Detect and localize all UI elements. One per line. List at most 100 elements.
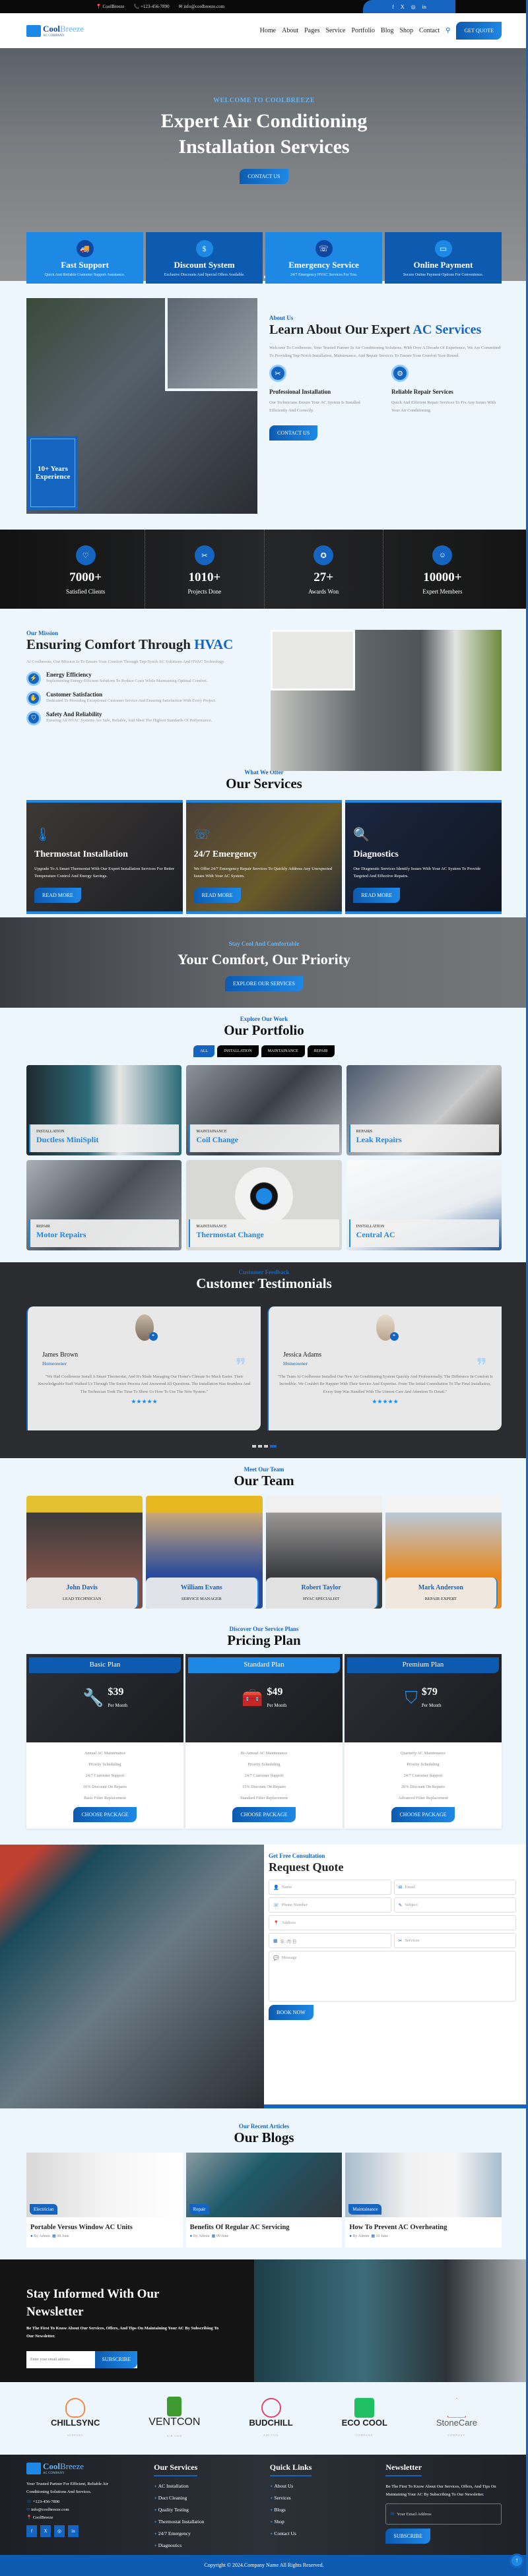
nav-blog[interactable]: Blog [381, 27, 393, 34]
x-icon[interactable]: X [401, 4, 405, 10]
facebook-icon[interactable]: f [392, 4, 394, 10]
footer-logo[interactable]: CoolBreeze AC COMPANY [26, 2461, 154, 2475]
newsletter-email-input[interactable] [26, 2350, 96, 2368]
portfolio-item[interactable]: INSTALLATION Ductless MiniSplit [26, 1065, 182, 1155]
scroll-to-top-icon[interactable]: ↑ [510, 2554, 524, 2568]
tab-maintainance[interactable]: MAINTAINANCE [261, 1045, 305, 1057]
portfolio-item[interactable]: MAINTAINANCE Coil Change [186, 1065, 342, 1155]
read-more-button[interactable]: READ MORE [34, 888, 81, 904]
message-textarea[interactable]: 💬 Message [269, 1951, 516, 2002]
nav-about[interactable]: About [282, 27, 298, 34]
mission-item: ⚡ Energy Efficiency Implementing Energy-Ef… [26, 671, 257, 686]
handshake-icon: ✋ [26, 690, 41, 706]
name-input[interactable]: 👤 Name [269, 1880, 391, 1895]
blog-tag[interactable]: Electrician [30, 2204, 58, 2215]
service-card: 🌡 Thermostat Installation Upgrade To A Sma… [26, 800, 183, 914]
about-contact-button[interactable]: CONTACT US [269, 425, 318, 441]
brand-logo: CHILLSYNC SUPPORT [51, 2397, 100, 2439]
get-quote-button[interactable]: GET QUOTE [456, 22, 502, 40]
x-icon[interactable]: X [40, 2525, 51, 2538]
footer-service-link[interactable]: Quality Testing [154, 2507, 270, 2513]
blog-card[interactable]: Electrician Portable Versus Window AC Uni… [26, 2153, 183, 2248]
feature-text: Secure Online Payment Options For Conven… [403, 273, 484, 277]
blog-tag[interactable]: Repair [189, 2204, 210, 2215]
slide-dot[interactable] [269, 1445, 277, 1448]
topbar-email[interactable]: ✉ info@coolbreeze.com [179, 4, 224, 9]
feature-fast-support: 🚚 Fast Support Quick And Reliable Customer… [26, 232, 143, 284]
subject-input[interactable]: ✎ Subject [393, 1897, 516, 1913]
portfolio-item[interactable]: REPAIRS Leak Repairs [346, 1065, 502, 1155]
footer-service-link[interactable]: Diagnostics [154, 2542, 270, 2548]
brand-sub: AIR CON [263, 2433, 279, 2437]
blocks-icon [167, 2397, 182, 2416]
footer-service-link[interactable]: Thermostat Installation [154, 2519, 270, 2525]
footer-quick-link[interactable]: About Us [270, 2483, 386, 2489]
blog-card[interactable]: Maintainance How To Prevent AC Overheatin… [345, 2153, 502, 2248]
nav-service[interactable]: Service [325, 27, 345, 34]
wall-ac-image [254, 2259, 528, 2382]
tab-installation[interactable]: INSTALLATION [217, 1045, 259, 1057]
fan-icon [354, 2397, 375, 2418]
blog-title[interactable]: Portable Versus Window AC Units [26, 2217, 183, 2234]
blog-title[interactable]: How To Prevent AC Overheating [345, 2217, 502, 2234]
nav-home[interactable]: Home [260, 27, 276, 34]
plan-feature: 24/7 Customer Support [403, 1773, 443, 1778]
read-more-button[interactable]: READ MORE [193, 888, 241, 904]
footer-quick-link[interactable]: Contact Us [270, 2530, 386, 2536]
blogs-kicker: Our Recent Articles [238, 2123, 290, 2130]
hero-contact-button[interactable]: CONTACT US [240, 169, 288, 184]
blog-author: By Admin [352, 2234, 370, 2238]
linkedin-icon[interactable]: in [422, 4, 426, 10]
footer-quick-link[interactable]: Blogs [270, 2507, 386, 2513]
footer-email-input[interactable]: ✉ Your Email Address [385, 2503, 502, 2525]
choose-package-button[interactable]: CHOOSE PACKAGE [232, 1807, 296, 1822]
footer-service-link[interactable]: Duct Cleaning [154, 2495, 270, 2501]
phone-input[interactable]: ☏ Phone Number [269, 1897, 391, 1913]
slide-dot[interactable] [251, 1445, 256, 1448]
nav-portfolio[interactable]: Portfolio [351, 27, 375, 34]
subscribe-button[interactable]: SUBSCRIBE [95, 2350, 137, 2368]
butterfly-icon [261, 2397, 281, 2418]
search-icon[interactable]: ⚲ [446, 27, 450, 34]
choose-package-button[interactable]: CHOOSE PACKAGE [73, 1807, 137, 1822]
instagram-icon[interactable]: ◎ [411, 4, 416, 10]
mission-title: Ensuring Comfort Through [26, 636, 195, 652]
date-input[interactable]: ▦ 年 /月/日 [269, 1933, 391, 1948]
facebook-icon[interactable]: f [26, 2525, 37, 2538]
book-now-button[interactable]: BOOK NOW [269, 2005, 314, 2020]
portfolio-item[interactable]: REPAIR Motor Repairs [26, 1160, 182, 1250]
footer-subscribe-button[interactable]: SUBSCRIBE [385, 2529, 430, 2544]
choose-package-button[interactable]: CHOOSE PACKAGE [391, 1807, 455, 1822]
logo[interactable]: CoolBreeze AC COMPANY [26, 24, 84, 38]
slide-dot[interactable] [263, 1445, 268, 1448]
footer-service-link[interactable]: 24/7 Emergency [154, 2530, 270, 2536]
slide-dot[interactable] [257, 1445, 262, 1448]
instagram-icon[interactable]: ◎ [54, 2525, 65, 2538]
email-input[interactable]: ✉ Email [393, 1880, 516, 1895]
subject-placeholder: Subject [405, 1903, 418, 1907]
blog-tag[interactable]: Maintainance [348, 2204, 382, 2215]
ceiling-unit-image [271, 630, 355, 690]
stat-value: 10000+ [423, 570, 462, 584]
services-select[interactable]: ✂ Services [393, 1933, 516, 1948]
footer-quick-link[interactable]: Services [270, 2495, 386, 2501]
topbar-phone[interactable]: 📞 +123-456-7890 [134, 4, 170, 9]
portfolio-item[interactable]: MAINTAINANCE Thermostat Change [186, 1160, 342, 1250]
nav-contact[interactable]: Contact [419, 27, 440, 34]
blog-title[interactable]: Benefits Of Regular AC Servicing [186, 2217, 343, 2234]
read-more-button[interactable]: READ MORE [353, 888, 401, 904]
linkedin-icon[interactable]: in [68, 2525, 79, 2538]
blog-card[interactable]: Repair Benefits Of Regular AC Servicing ● … [185, 2153, 343, 2248]
tab-repair[interactable]: REPAIR [307, 1045, 335, 1057]
address-input[interactable]: 📍 Address [269, 1915, 516, 1930]
footer-service-link[interactable]: AC Installation [154, 2483, 270, 2489]
tab-all[interactable]: ALL [193, 1045, 215, 1057]
explore-services-button[interactable]: EXPLORE OUR SERVICES [224, 976, 304, 991]
brand-logo: ECO COOL COMPANY [342, 2397, 387, 2439]
nav-pages[interactable]: Pages [304, 27, 319, 34]
nav-shop[interactable]: Shop [399, 27, 413, 34]
hero-title-1: Expert Air Conditioning [160, 110, 368, 132]
portfolio-item[interactable]: INSTALLATION Central AC [346, 1160, 502, 1250]
portfolio-kicker: Explore Our Work [240, 1016, 288, 1022]
footer-quick-link[interactable]: Shop [270, 2519, 386, 2525]
